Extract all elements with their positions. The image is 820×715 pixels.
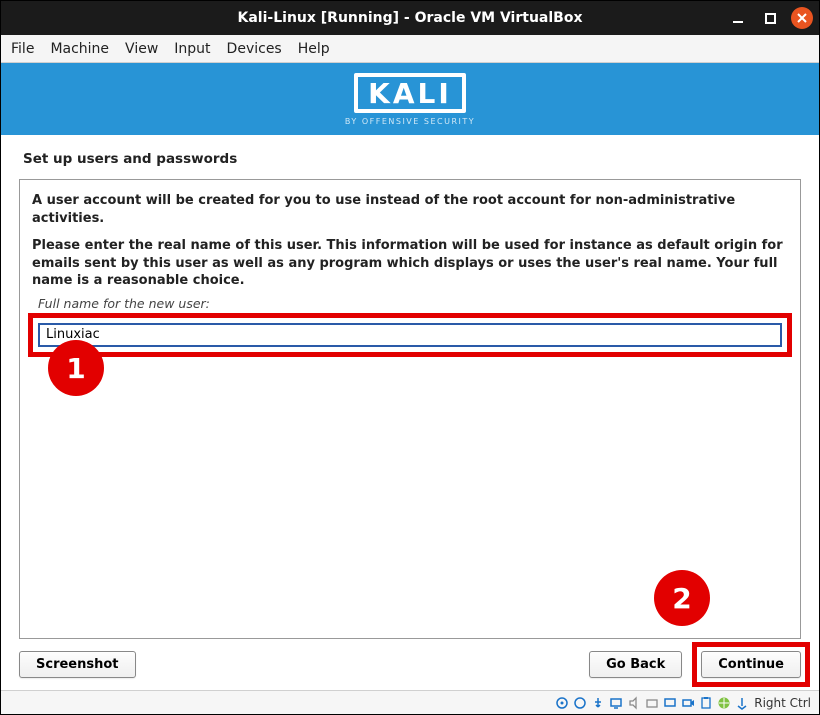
kali-logo-text: KALI (368, 80, 452, 108)
description-2: Please enter the real name of this user.… (32, 237, 788, 290)
recording-icon[interactable] (680, 695, 695, 710)
display-icon[interactable] (662, 695, 677, 710)
fullname-input[interactable] (38, 323, 782, 347)
close-button[interactable] (791, 7, 813, 29)
host-key-label: Right Ctrl (754, 696, 811, 710)
menubar: File Machine View Input Devices Help (1, 35, 819, 63)
kali-logo-subtitle: BY OFFENSIVE SECURITY (345, 117, 475, 126)
shared-folder-icon[interactable] (644, 695, 659, 710)
menu-help[interactable]: Help (298, 41, 330, 57)
menu-devices[interactable]: Devices (227, 41, 282, 57)
statusbar: Right Ctrl (1, 690, 819, 714)
mouse-integration-icon[interactable] (716, 695, 731, 710)
screenshot-button[interactable]: Screenshot (19, 651, 136, 678)
maximize-button[interactable] (759, 7, 781, 29)
installer-content: A user account will be created for you t… (19, 179, 801, 639)
clipboard-icon[interactable] (698, 695, 713, 710)
menu-input[interactable]: Input (174, 41, 210, 57)
virtualbox-window: Kali-Linux [Running] - Oracle VM Virtual… (0, 0, 820, 715)
titlebar[interactable]: Kali-Linux [Running] - Oracle VM Virtual… (1, 1, 819, 35)
annotation-marker-1: 1 (48, 340, 104, 396)
description-1: A user account will be created for you t… (32, 192, 788, 227)
audio-icon[interactable] (626, 695, 641, 710)
kali-banner: KALI BY OFFENSIVE SECURITY (1, 63, 819, 135)
usb-icon[interactable] (590, 695, 605, 710)
harddisk-icon[interactable] (554, 695, 569, 710)
annotation-outline-2: Continue (692, 642, 810, 687)
menu-view[interactable]: View (125, 41, 158, 57)
continue-button[interactable]: Continue (701, 651, 801, 678)
step-title: Set up users and passwords (1, 135, 819, 179)
minimize-button[interactable] (727, 7, 749, 29)
fullname-label: Full name for the new user: (32, 296, 788, 311)
annotation-outline-1 (28, 313, 792, 357)
menu-file[interactable]: File (11, 41, 34, 57)
keyboard-icon[interactable] (734, 695, 749, 710)
annotation-marker-2: 2 (654, 570, 710, 626)
kali-logo: KALI BY OFFENSIVE SECURITY (345, 73, 475, 126)
optical-icon[interactable] (572, 695, 587, 710)
window-controls (727, 1, 813, 35)
window-title: Kali-Linux [Running] - Oracle VM Virtual… (238, 10, 583, 26)
button-row: Screenshot Go Back Continue (1, 639, 819, 690)
network-icon[interactable] (608, 695, 623, 710)
menu-machine[interactable]: Machine (50, 41, 109, 57)
go-back-button[interactable]: Go Back (589, 651, 682, 678)
